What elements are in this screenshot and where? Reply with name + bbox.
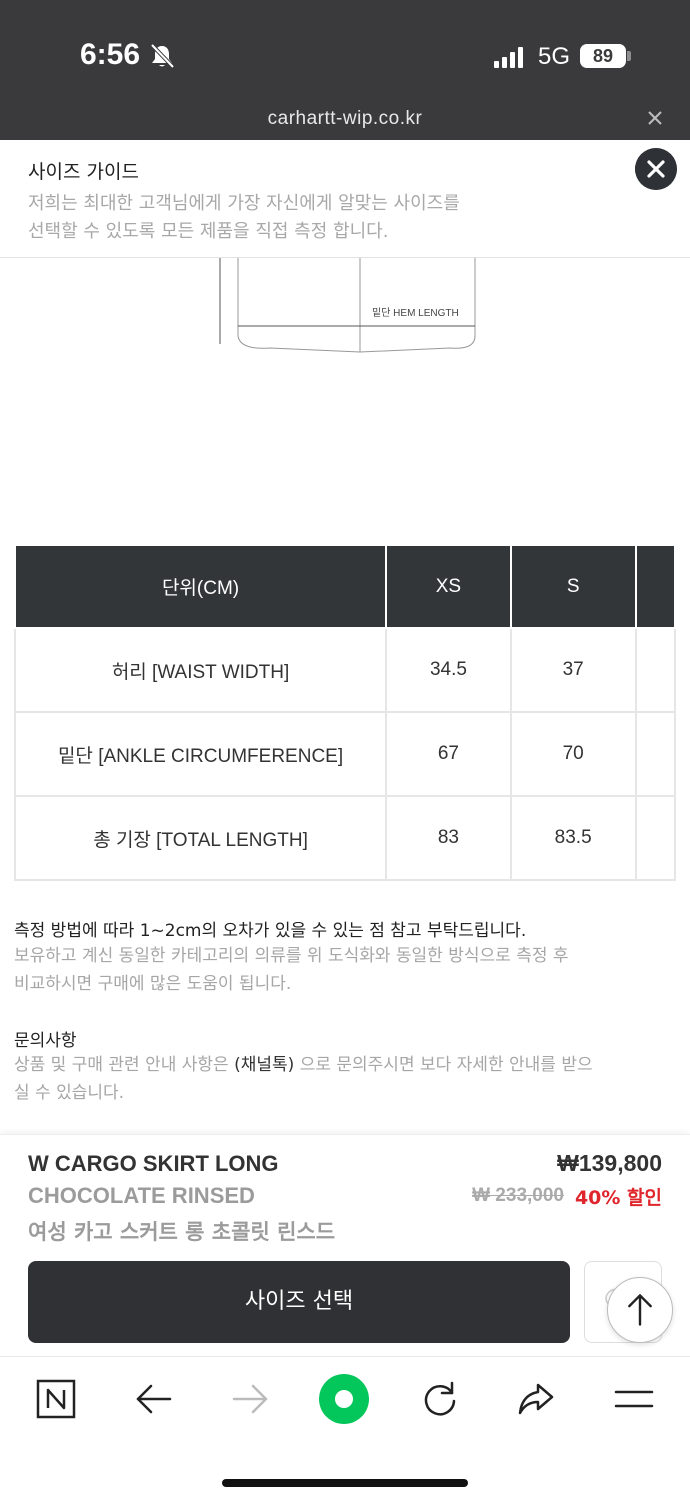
size-table-container: 단위(CM) XS S 허리 [WAIST WIDTH] 34.5 37 밑단 … <box>0 544 676 884</box>
back-arrow-icon[interactable] <box>132 1377 176 1421</box>
inquiry-description: 상품 및 구매 관련 안내 사항은 (채널톡) 으로 문의주시면 보다 자세한 … <box>14 1051 674 1107</box>
table-row: 허리 [WAIST WIDTH] 34.5 37 <box>13 627 676 713</box>
table-cell-xs: 67 <box>385 711 512 797</box>
battery-indicator: 89 <box>580 44 626 68</box>
share-icon[interactable] <box>514 1377 558 1421</box>
table-cell-next <box>634 795 676 881</box>
product-color: CHOCOLATE RINSED <box>28 1183 255 1208</box>
status-bar: 6:56 5G 89 carhartt-wip.co.kr <box>0 0 690 140</box>
inquiry-post: 으로 문의주시면 보다 자세한 안내를 받으 <box>294 1055 593 1075</box>
address-bar-url[interactable]: carhartt-wip.co.kr <box>0 108 690 130</box>
table-header-s: S <box>509 544 637 629</box>
green-dot-icon[interactable] <box>318 1373 370 1425</box>
table-cell-label: 총 기장 [TOTAL LENGTH] <box>13 795 388 881</box>
home-indicator <box>222 1479 468 1487</box>
product-discount: 40% 할인 <box>574 1187 662 1209</box>
table-header-xs: XS <box>385 544 512 629</box>
product-name-korean: 여성 카고 스커트 롱 초콜릿 린스드 <box>28 1220 336 1244</box>
measurement-note: 측정 방법에 따라 1~2cm의 오차가 있을 수 있는 점 참고 부탁드립니다… <box>14 921 527 941</box>
size-guide-header: 사이즈 가이드 저희는 최대한 고객님에게 가장 자신에게 알맞는 사이즈를 선… <box>0 140 690 258</box>
table-header-next <box>634 544 676 629</box>
table-cell-next <box>634 627 676 713</box>
reload-icon[interactable] <box>418 1377 462 1421</box>
table-cell-label: 밑단 [ANKLE CIRCUMFERENCE] <box>13 711 388 797</box>
size-table: 단위(CM) XS S 허리 [WAIST WIDTH] 34.5 37 밑단 … <box>13 544 676 881</box>
table-row: 밑단 [ANKLE CIRCUMFERENCE] 67 70 <box>13 711 676 797</box>
measurement-note-sub: 보유하고 계신 동일한 카테고리의 의류를 위 도식화와 동일한 방식으로 측정… <box>14 942 674 998</box>
product-original-price: ₩ 233,000 <box>472 1185 564 1206</box>
forward-arrow-icon[interactable] <box>228 1377 272 1421</box>
browser-toolbar <box>0 1356 690 1500</box>
bell-slash-icon <box>150 43 175 69</box>
close-icon[interactable] <box>635 148 677 190</box>
table-header-unit: 단위(CM) <box>13 544 388 629</box>
product-purchase-bar: W CARGO SKIRT LONG CHOCOLATE RINSED 여성 카… <box>0 1134 690 1356</box>
signal-icon <box>494 47 523 68</box>
table-cell-s: 37 <box>509 627 637 713</box>
table-cell-xs: 34.5 <box>385 627 512 713</box>
close-icon[interactable] <box>645 108 665 128</box>
product-name: W CARGO SKIRT LONG <box>28 1151 279 1176</box>
size-guide-title: 사이즈 가이드 <box>28 161 139 183</box>
hem-length-label: 밑단 HEM LENGTH <box>372 307 459 319</box>
measurement-note-line2: 비교하시면 구매에 많은 도움이 됩니다. <box>14 974 292 994</box>
table-row: 총 기장 [TOTAL LENGTH] 83 83.5 <box>13 795 676 881</box>
size-guide-desc-line2: 선택할 수 있도록 모든 제품을 직접 측정 합니다. <box>28 221 389 242</box>
inquiry-line2: 실 수 있습니다. <box>14 1083 125 1103</box>
status-time: 6:56 <box>80 38 141 71</box>
menu-icon[interactable] <box>612 1377 656 1421</box>
product-price: ₩139,800 <box>557 1150 662 1176</box>
table-cell-s: 83.5 <box>509 795 637 881</box>
channel-talk-link[interactable]: (채널톡) <box>234 1055 294 1075</box>
garment-diagram: 밑단 HEM LENGTH <box>219 258 476 353</box>
table-header-row: 단위(CM) XS S <box>13 544 676 629</box>
inquiry-pre: 상품 및 구매 관련 안내 사항은 <box>14 1055 235 1075</box>
table-cell-xs: 83 <box>385 795 512 881</box>
size-guide-desc-line1: 저희는 최대한 고객님에게 가장 자신에게 알맞는 사이즈를 <box>28 193 460 214</box>
table-cell-label: 허리 [WAIST WIDTH] <box>13 627 388 713</box>
network-type: 5G <box>538 43 571 70</box>
size-guide-description: 저희는 최대한 고객님에게 가장 자신에게 알맞는 사이즈를 선택할 수 있도록… <box>28 190 588 246</box>
measurement-note-line1: 보유하고 계신 동일한 카테고리의 의류를 위 도식화와 동일한 방식으로 측정… <box>14 946 569 966</box>
table-cell-s: 70 <box>509 711 637 797</box>
arrow-up-icon[interactable] <box>607 1277 673 1343</box>
table-cell-next <box>634 711 676 797</box>
naver-n-icon[interactable] <box>34 1377 78 1421</box>
battery-nub <box>627 51 631 61</box>
inquiry-title: 문의사항 <box>14 1031 77 1051</box>
select-size-button[interactable]: 사이즈 선택 <box>28 1261 570 1343</box>
